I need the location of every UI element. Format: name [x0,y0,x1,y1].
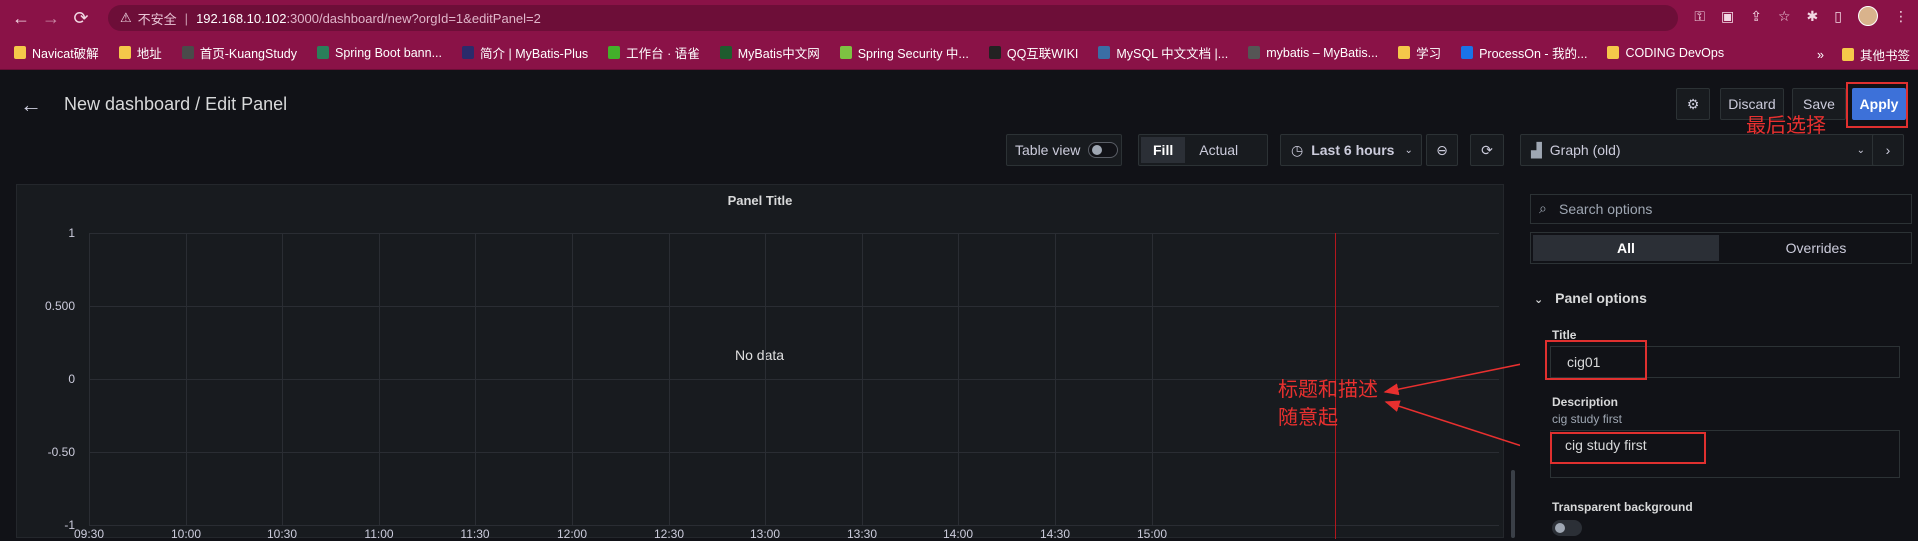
search-options-input[interactable]: ⌕ Search options [1530,194,1912,224]
chevron-down-icon: ⌄ [1534,294,1544,306]
description-label: Description [1552,395,1619,409]
search-placeholder: Search options [1559,201,1653,217]
tab-overrides[interactable]: Overrides [1723,235,1909,261]
transparent-label: Transparent background [1552,500,1693,514]
tab-all[interactable]: All [1533,235,1719,261]
options-tabs: All Overrides [1530,232,1912,264]
description-hint: cig study first [1552,412,1623,426]
transparent-switch[interactable] [1552,520,1582,536]
panel-options-section[interactable]: ⌄ Panel options [1534,290,1647,306]
title-highlight-box [1545,340,1647,380]
panel-options-heading: Panel options [1555,290,1647,306]
description-highlight-box [1550,432,1706,464]
search-icon: ⌕ [1539,200,1547,216]
